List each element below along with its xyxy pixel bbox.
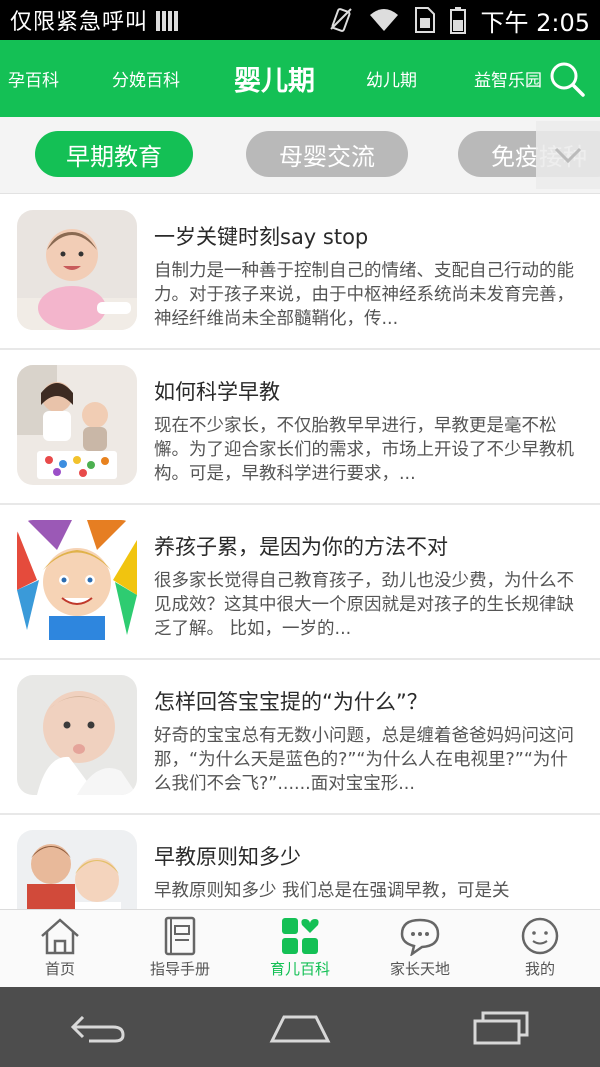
nav-guide-label: 指导手册: [149, 960, 210, 978]
category-tab-infancy[interactable]: 婴儿期: [234, 40, 315, 117]
nav-encyclopedia[interactable]: 育儿百科: [240, 910, 360, 987]
article-thumbnail: [17, 675, 137, 795]
expand-tabs-button[interactable]: [536, 121, 600, 189]
system-nav-bar: [0, 987, 600, 1067]
grid-heart-icon: [282, 918, 319, 954]
wifi-icon: [370, 9, 399, 31]
nav-mine[interactable]: 我的: [480, 910, 600, 987]
article-item[interactable]: 如何科学早教 现在不少家长，不仅胎教早早进行，早教更是毫不松懈。为了迎合家长们的…: [0, 350, 600, 505]
vibrate-icon: [330, 8, 353, 32]
article-thumbnail: [17, 830, 137, 909]
article-item[interactable]: 早教原则知多少 早教原则知多少 我们总是在强调早教，可是关: [0, 815, 600, 909]
article-thumbnail: [17, 365, 137, 485]
article-summary: 很多家长觉得自己教育孩子，劲儿也没少费，为什么不见成效？这其中很大一个原因就是对…: [154, 571, 574, 639]
category-tab-puzzle[interactable]: 益智乐园: [474, 40, 542, 117]
nav-home[interactable]: 首页: [0, 910, 120, 987]
home-button-icon[interactable]: [268, 1007, 332, 1047]
article-summary: 自制力是一种善于控制自己的情绪、支配自己行动的能力。对于孩子来说，由于中枢神经系…: [154, 261, 574, 329]
article-title: 一岁关键时刻say stop: [154, 225, 369, 249]
sub-tab-bar: 早期教育 母婴交流 免疫接种: [0, 117, 600, 194]
book-icon: [164, 916, 196, 956]
article-item[interactable]: 一岁关键时刻say stop 自制力是一种善于控制自己的情绪、支配自己行动的能力…: [0, 195, 600, 350]
chevron-down-icon: [554, 147, 582, 164]
recent-apps-icon[interactable]: [471, 1007, 531, 1047]
home-icon: [41, 918, 79, 955]
article-summary: 好奇的宝宝总有无数小问题，总是缠着爸爸妈妈问这问那，“为什么天是蓝色的?”“为什…: [154, 726, 574, 794]
chat-icon: [400, 918, 440, 956]
article-thumbnail: [17, 520, 137, 640]
article-title: 如何科学早教: [154, 380, 280, 404]
nav-encyclopedia-label: 育儿百科: [269, 960, 330, 978]
nav-mine-label: 我的: [524, 960, 555, 978]
article-item[interactable]: 怎样回答宝宝提的“为什么”？ 好奇的宝宝总有无数小问题，总是缠着爸爸妈妈问这问那…: [0, 660, 600, 815]
clock-text: 下午 2:05: [480, 8, 590, 37]
nav-guide[interactable]: 指导手册: [120, 910, 240, 987]
category-tab-childbirth[interactable]: 分娩百科: [112, 40, 180, 117]
nav-parents[interactable]: 家长天地: [360, 910, 480, 987]
category-tab-toddler[interactable]: 幼儿期: [366, 40, 417, 117]
article-title: 早教原则知多少: [154, 845, 301, 869]
article-title: 养孩子累，是因为你的方法不对: [154, 535, 448, 559]
category-tab-pregnancy[interactable]: 孕百科: [8, 40, 59, 117]
article-thumbnail: [17, 210, 137, 330]
carrier-text: 仅限紧急呼叫: [10, 10, 149, 35]
article-summary: 现在不少家长，不仅胎教早早进行，早教更是毫不松懈。为了迎合家长们的需求，市场上开…: [154, 416, 574, 484]
sub-tab-mother-baby[interactable]: 母婴交流: [246, 131, 408, 177]
sub-tab-early-education[interactable]: 早期教育: [35, 131, 193, 177]
status-bar: 仅限紧急呼叫 下午 2:05: [0, 0, 600, 40]
article-item[interactable]: 养孩子累，是因为你的方法不对 很多家长觉得自己教育孩子，劲儿也没少费，为什么不见…: [0, 505, 600, 660]
article-summary: 早教原则知多少 我们总是在强调早教，可是关: [154, 881, 510, 901]
nav-parents-label: 家长天地: [389, 960, 450, 978]
smile-icon: [521, 917, 559, 955]
sim-signal-icon: [156, 9, 179, 31]
data-sim-icon: [415, 7, 436, 33]
bottom-nav: 首页 指导手册 育儿百科 家长天地 我的: [0, 909, 600, 987]
article-list: 一岁关键时刻say stop 自制力是一种善于控制自己的情绪、支配自己行动的能力…: [0, 195, 600, 909]
category-header: 孕百科 分娩百科 婴儿期 幼儿期 益智乐园: [0, 40, 600, 117]
article-title: 怎样回答宝宝提的“为什么”？: [154, 690, 428, 714]
search-icon[interactable]: [548, 60, 586, 98]
nav-home-label: 首页: [44, 960, 75, 978]
battery-icon: [450, 7, 467, 34]
back-icon[interactable]: [69, 1007, 129, 1047]
